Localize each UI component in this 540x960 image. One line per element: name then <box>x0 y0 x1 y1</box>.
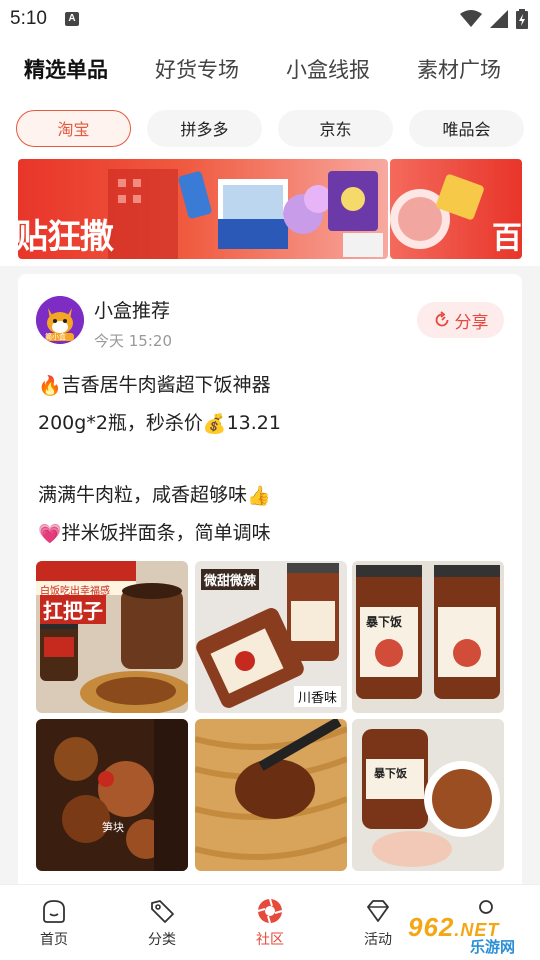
nav-label: 首页 <box>40 932 68 948</box>
post-image[interactable]: 白饭吃出幸福感 扛把子 <box>36 561 188 713</box>
post-line: 💗拌米饭拌面条，简单调味 <box>38 514 508 552</box>
status-bar: 5:10 A <box>0 0 540 38</box>
avatar[interactable]: 简小盒 <box>36 296 84 344</box>
fire-icon: 🔥 <box>38 374 62 397</box>
chip-jd[interactable]: 京东 <box>278 109 393 147</box>
post-body: 🔥吉香居牛肉酱超下饭神器 200g*2瓶，秒杀价💰13.21 满满牛肉粒，咸香超… <box>38 366 508 552</box>
post-image[interactable]: 暴下饭 <box>352 719 504 871</box>
camera-shutter-icon <box>257 898 283 924</box>
post-image[interactable] <box>195 719 347 871</box>
noodles-photo <box>195 719 347 871</box>
image-caption: 笋块 <box>102 821 124 834</box>
tab-materials[interactable]: 素材广场 <box>417 54 501 84</box>
diamond-icon <box>367 900 389 922</box>
nav-label: 分类 <box>148 932 176 948</box>
post-price: 13.21 <box>226 412 281 434</box>
post-line-text: 拌米饭拌面条，简单调味 <box>61 522 271 544</box>
post-image[interactable]: 微甜微辣 川香味 <box>195 561 347 713</box>
tab-featured[interactable]: 精选单品 <box>24 54 108 84</box>
nav-home[interactable]: 首页 <box>0 885 108 960</box>
post-line-blank <box>38 442 508 476</box>
nav-label: 活动 <box>364 932 392 948</box>
status-time: 5:10 <box>10 8 47 29</box>
status-icons <box>460 9 528 29</box>
avatar-label: 简小盒 <box>45 333 66 341</box>
post-time: 今天 15:20 <box>94 332 172 350</box>
post-line: 200g*2瓶，秒杀价💰13.21 <box>38 404 508 442</box>
heart-icon: 💗 <box>38 522 62 545</box>
share-button[interactable]: 分享 <box>417 302 504 338</box>
post-image[interactable]: 笋块 <box>36 719 188 871</box>
category-tabs: 精选单品 好货专场 小盒线报 素材广场 <box>0 38 540 100</box>
battery-icon <box>516 9 528 29</box>
post-line-text: 满满牛肉粒，咸香超够味 <box>38 484 248 506</box>
banner-carousel: 贴狂撒 百 <box>0 156 540 266</box>
money-bag-icon: 💰 <box>202 412 227 435</box>
post-line-text: 吉香居牛肉酱超下饭神器 <box>61 374 271 396</box>
chip-taobao[interactable]: 淘宝 <box>16 109 131 147</box>
post-line: 🔥吉香居牛肉酱超下饭神器 <box>38 366 508 404</box>
image-banner-text: 微甜微辣 <box>201 569 260 590</box>
tab-deal-alerts[interactable]: 小盒线报 <box>286 54 370 84</box>
jar-with-dish-photo <box>352 719 504 871</box>
promo-banner-secondary-text: 百 <box>492 221 522 256</box>
wifi-icon <box>460 10 482 27</box>
image-caption: 川香味 <box>293 686 341 707</box>
home-icon <box>43 900 65 923</box>
site-watermark: 962.NET 乐游网 <box>400 910 534 956</box>
share-label: 分享 <box>454 312 489 333</box>
nav-label: 社区 <box>256 932 284 948</box>
refresh-share-icon <box>435 311 448 327</box>
image-caption: 扛把子 <box>40 595 106 624</box>
promo-banner[interactable]: 贴狂撒 <box>18 159 388 259</box>
promo-banner-secondary[interactable]: 百 <box>390 159 522 259</box>
platform-chips: 淘宝 拼多多 京东 唯品会 <box>0 100 540 156</box>
watermark-site: 乐游网 <box>470 938 516 956</box>
signal-icon <box>490 10 508 28</box>
watermark-digits: 962 <box>408 912 455 942</box>
post-line: 满满牛肉粒，咸香超够味👍 <box>38 476 508 514</box>
image-caption: 暴下饭 <box>366 615 403 629</box>
image-caption: 暴下饭 <box>374 767 407 780</box>
two-jars-photo <box>352 561 504 713</box>
nav-community[interactable]: 社区 <box>216 885 324 960</box>
tab-good-deals[interactable]: 好货专场 <box>155 54 239 84</box>
chip-vip[interactable]: 唯品会 <box>409 109 524 147</box>
chip-pinduoduo[interactable]: 拼多多 <box>147 109 262 147</box>
nav-category[interactable]: 分类 <box>108 885 216 960</box>
post-line-text: 200g*2瓶，秒杀价 <box>38 412 203 434</box>
author-name[interactable]: 小盒推荐 <box>94 296 170 323</box>
notification-icon: A <box>64 12 79 26</box>
beef-sauce-closeup-photo <box>36 719 188 871</box>
tag-icon <box>151 900 174 923</box>
post-card: 简小盒 小盒推荐 今天 15:20 分享 🔥吉香居牛肉酱超下饭神器 200g*2… <box>18 274 522 914</box>
thumbs-up-icon: 👍 <box>247 484 271 507</box>
promo-banner-text: 贴狂撒 <box>18 217 114 257</box>
post-image[interactable]: 暴下饭 <box>352 561 504 713</box>
